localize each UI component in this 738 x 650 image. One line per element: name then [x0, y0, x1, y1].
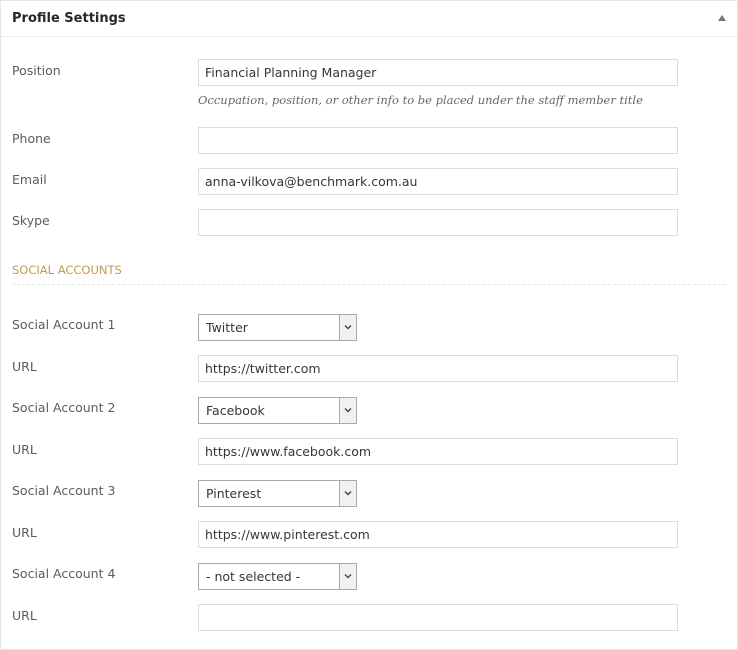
panel-title: Profile Settings	[12, 11, 126, 26]
phone-input[interactable]	[198, 127, 678, 154]
position-label: Position	[12, 63, 61, 78]
section-divider	[12, 284, 726, 285]
social-accounts-heading: SOCIAL ACCOUNTS	[12, 263, 122, 277]
phone-label: Phone	[12, 131, 51, 146]
chevron-down-icon	[344, 408, 352, 413]
social-account-2-selected: Facebook	[206, 403, 265, 418]
collapse-toggle-icon[interactable]	[718, 15, 726, 21]
social-account-1-label: Social Account 1	[12, 317, 116, 332]
chevron-down-icon	[344, 325, 352, 330]
dropdown-button[interactable]	[339, 564, 356, 589]
social-account-4-url-label: URL	[12, 608, 37, 623]
social-account-3-label: Social Account 3	[12, 483, 116, 498]
social-account-1-selected: Twitter	[206, 320, 248, 335]
panel-header[interactable]: Profile Settings	[1, 1, 737, 37]
chevron-down-icon	[344, 574, 352, 579]
social-account-3-selected: Pinterest	[206, 486, 262, 501]
dropdown-button[interactable]	[339, 315, 356, 340]
social-account-2-url-input[interactable]	[198, 438, 678, 465]
social-account-3-url-label: URL	[12, 525, 37, 540]
social-account-1-url-input[interactable]	[198, 355, 678, 382]
skype-label: Skype	[12, 213, 50, 228]
social-account-2-url-label: URL	[12, 442, 37, 457]
social-account-4-url-input[interactable]	[198, 604, 678, 631]
social-account-2-label: Social Account 2	[12, 400, 116, 415]
social-account-4-select[interactable]: - not selected -	[198, 563, 357, 590]
social-account-1-select[interactable]: Twitter	[198, 314, 357, 341]
social-account-3-select[interactable]: Pinterest	[198, 480, 357, 507]
dropdown-button[interactable]	[339, 481, 356, 506]
skype-input[interactable]	[198, 209, 678, 236]
position-hint: Occupation, position, or other info to b…	[198, 93, 643, 107]
dropdown-button[interactable]	[339, 398, 356, 423]
social-account-2-select[interactable]: Facebook	[198, 397, 357, 424]
social-account-1-url-label: URL	[12, 359, 37, 374]
email-label: Email	[12, 172, 47, 187]
social-account-4-label: Social Account 4	[12, 566, 116, 581]
email-input[interactable]	[198, 168, 678, 195]
position-input[interactable]	[198, 59, 678, 86]
chevron-down-icon	[344, 491, 352, 496]
social-account-3-url-input[interactable]	[198, 521, 678, 548]
profile-settings-panel: Profile Settings Position Occupation, po…	[0, 0, 738, 650]
social-account-4-selected: - not selected -	[206, 569, 301, 584]
